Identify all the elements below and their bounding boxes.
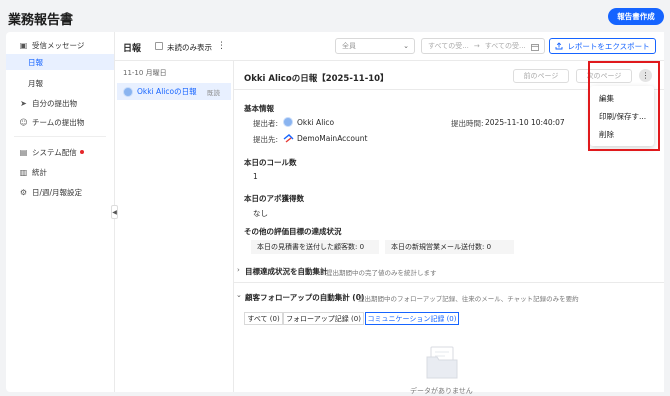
calendar-icon — [531, 44, 539, 51]
appointment-value: なし — [253, 209, 268, 218]
arrow-right-icon: → — [473, 42, 480, 50]
sidebar-item-team-submissions[interactable]: ☺ チームの提出物 — [6, 114, 114, 130]
prev-page-button[interactable]: 前のページ — [513, 69, 569, 83]
sidebar-item-settings[interactable]: ⚙ 日/週/月報設定 — [6, 184, 114, 200]
gear-icon: ⚙ — [19, 187, 28, 197]
sidebar-item-inbox[interactable]: ▣ 受信メッセージ — [6, 37, 114, 53]
unread-only-checkbox[interactable] — [155, 42, 163, 50]
goal-auto-heading[interactable]: 目標達成状況を自動集計 — [245, 266, 328, 277]
empty-folder-icon — [426, 346, 458, 379]
quote-sent-stat: 本日の見積書を送付した顧客数: 0 — [251, 240, 379, 254]
followup-auto-heading[interactable]: 顧客フォローアップの自動集計 (0) — [245, 292, 364, 303]
sidebar-item-stats[interactable]: ▥ 統計 — [6, 164, 114, 180]
create-report-button[interactable]: 報告書作成 — [608, 8, 664, 25]
page-title: 日報 — [123, 44, 142, 54]
export-icon — [555, 42, 563, 50]
team-icon: ☺ — [19, 117, 28, 127]
unread-only-label: 未読のみ表示 — [167, 43, 212, 52]
sidebar: ▣ 受信メッセージ 日報 月報 ➤ 自分の提出物 ☺ チームの提出物 ▤ システム配信 … — [6, 32, 114, 392]
tab-followup-records[interactable]: フォローアップ記録 (0) — [283, 312, 364, 325]
read-status-badge: 既読 — [207, 88, 220, 97]
submit-time: 2025-11-10 10:40:07 — [485, 118, 565, 127]
chevron-down-icon: ⌄ — [403, 42, 409, 50]
stats-icon: ▥ — [19, 167, 28, 177]
avatar — [123, 86, 133, 97]
graduation-cap-icon — [61, 11, 73, 21]
goal-auto-description: 提出期間中の完了値のみを統計します — [326, 269, 437, 277]
app-header — [0, 0, 670, 32]
sidebar-divider — [14, 136, 106, 137]
recipient-name: DemoMainAccount — [297, 134, 368, 143]
highlight-box — [588, 61, 660, 151]
date-end: すべての受... — [484, 42, 526, 50]
sidebar-item-monthly[interactable]: 月報 — [6, 75, 114, 91]
list-more-icon[interactable]: ⋮ — [217, 41, 226, 51]
recipient-label: 提出先: — [253, 135, 279, 144]
sidebar-item-system-broadcast[interactable]: ▤ システム配信 — [6, 144, 114, 160]
toolbar-divider — [115, 60, 664, 61]
date-range-picker[interactable]: すべての受... → すべての受... — [421, 38, 545, 54]
call-count-value: 1 — [253, 172, 258, 181]
submitter-name: Okki Alico — [297, 118, 335, 127]
submitter-avatar — [283, 117, 293, 127]
expand-goal-icon[interactable]: › — [237, 266, 240, 274]
member-select[interactable]: 全員 ⌄ — [335, 38, 415, 54]
list-date-header: 11-10 月曜日 — [123, 69, 167, 77]
empty-state-text: データがありません — [410, 387, 473, 395]
list-item-title: Okki Alicoの日報 — [137, 87, 197, 96]
report-title: Okki Alicoの日報【2025-11-10】 — [244, 74, 389, 84]
list-item[interactable]: Okki Alicoの日報 既読 — [117, 83, 231, 100]
other-goals-heading: その他の評価目標の達成状況 — [244, 227, 342, 236]
chevron-left-icon: ◀ — [112, 208, 117, 216]
sidebar-item-my-submissions[interactable]: ➤ 自分の提出物 — [6, 95, 114, 111]
tab-all[interactable]: すべて (0) — [244, 312, 283, 325]
submit-time-label: 提出時間: — [451, 119, 484, 128]
new-mail-stat: 本日の新規営業メール送付数: 0 — [385, 240, 514, 254]
collapse-followup-icon[interactable]: ⌄ — [236, 291, 242, 299]
date-start: すべての受... — [428, 42, 469, 50]
company-logo-icon — [283, 134, 294, 143]
export-report-button[interactable]: レポートをエクスポート — [549, 38, 656, 54]
appointment-heading: 本日のアポ獲得数 — [244, 194, 304, 203]
calendar-icon: ▤ — [19, 147, 28, 157]
basic-info-heading: 基本情報 — [244, 104, 274, 113]
column-divider — [233, 61, 234, 392]
followup-auto-description: 提出期間中のフォローアップ記録、往来のメール、チャット記録のみを要約します — [358, 295, 580, 303]
inbox-icon: ▣ — [19, 40, 28, 50]
submitter-label: 提出者: — [253, 119, 279, 128]
call-count-heading: 本日のコール数 — [244, 158, 297, 167]
unread-dot — [79, 150, 84, 154]
send-icon: ➤ — [20, 98, 27, 108]
collapse-sidebar-button[interactable]: ◀ — [111, 205, 118, 219]
sidebar-item-daily[interactable]: 日報 — [6, 54, 114, 70]
section-divider — [234, 282, 664, 283]
tab-communication-records[interactable]: コミュニケーション記録 (0) — [365, 312, 459, 325]
